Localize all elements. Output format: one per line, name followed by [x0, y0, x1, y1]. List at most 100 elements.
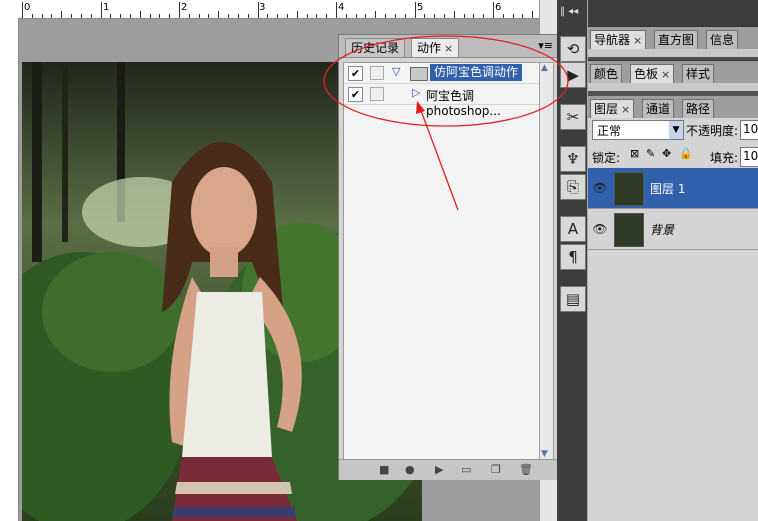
tab-swatches[interactable]: 色板 ×: [630, 64, 675, 83]
ruler-label: 2: [181, 2, 188, 13]
ruler-tick: [286, 14, 288, 18]
tab-channels[interactable]: 通道: [642, 99, 675, 118]
collapse-icon[interactable]: ‖ ◂◂: [560, 6, 578, 17]
expand-icon[interactable]: ▽: [392, 65, 400, 78]
action-label: 阿宝色调photoshop...: [426, 89, 501, 118]
panel-dock-header: [588, 0, 758, 26]
ruler-tick: [80, 14, 82, 18]
ruler-tick: [375, 11, 377, 18]
delete-icon[interactable]: 🗑: [519, 463, 533, 476]
toggle-checkbox[interactable]: ✔: [348, 87, 363, 102]
right-panels: 导航器 × 直方图 信息 颜色 色板 × 样式 图层 × 通道 路径 正常 ▼ 不透明…: [588, 0, 758, 521]
ruler-tick: [61, 11, 63, 18]
tab-history[interactable]: 历史记录: [345, 38, 406, 57]
ruler-label: 0: [24, 2, 31, 13]
expand-icon[interactable]: ▷: [412, 86, 420, 99]
tab-histogram[interactable]: 直方图: [654, 30, 699, 49]
tab-paths[interactable]: 路径: [682, 99, 715, 118]
toggle-checkbox[interactable]: ✔: [348, 66, 363, 81]
ruler-tick: [198, 14, 200, 18]
layer-thumbnail: [614, 213, 644, 247]
dialog-toggle[interactable]: [370, 87, 384, 101]
ruler-label: 4: [338, 2, 345, 13]
tab-layers[interactable]: 图层 ×: [590, 99, 635, 118]
action-row[interactable]: ✔ ▷ 阿宝色调photoshop...: [344, 84, 540, 118]
ruler-tick: [22, 2, 23, 18]
ruler-tick: [139, 11, 141, 18]
dialog-toggle[interactable]: [370, 66, 384, 80]
actions-icon[interactable]: ▶: [560, 62, 586, 88]
fill-input[interactable]: 100: [740, 147, 758, 167]
ruler-tick: [169, 14, 171, 18]
lock-move-icon[interactable]: ✥: [662, 147, 671, 160]
actions-panel-tabs: 历史记录 动作 × ▾≡: [339, 35, 557, 58]
ruler-tick: [326, 14, 328, 18]
close-icon[interactable]: ×: [633, 34, 642, 47]
ruler-tick: [512, 14, 514, 18]
tab-color[interactable]: 颜色: [590, 64, 623, 83]
horizontal-ruler: 0 1 2 3 4 5 6: [0, 0, 556, 19]
action-set-label: 仿阿宝色调动作: [430, 64, 523, 81]
tab-channels-label: 通道: [646, 102, 671, 116]
clone-source-icon[interactable]: ♆: [560, 146, 586, 172]
close-icon[interactable]: ×: [621, 103, 630, 116]
layer-row-selected[interactable]: 👁 图层 1: [588, 168, 758, 209]
ruler-tick: [424, 14, 426, 18]
eye-icon[interactable]: 👁: [592, 221, 608, 237]
paragraph-icon[interactable]: ¶: [560, 244, 586, 270]
new-action-icon[interactable]: ❐: [491, 463, 501, 476]
scroll-up-icon[interactable]: ▲: [541, 63, 548, 73]
tab-styles[interactable]: 样式: [682, 64, 715, 83]
play-icon[interactable]: ▶: [435, 463, 443, 476]
lock-all-icon[interactable]: 🔒: [679, 147, 693, 160]
layers-panel: 图层× 通道 路径 正常 ▼ 不透明度: 100 锁定: ⊠ ✎ ✥ 🔒 填充:…: [588, 96, 758, 521]
tools-icon[interactable]: ✂: [560, 104, 586, 130]
layers-tabs: 图层 × 通道 路径: [588, 96, 758, 118]
layer-thumbnail: [614, 172, 644, 206]
fill-value: 100: [743, 149, 758, 163]
close-icon[interactable]: ×: [661, 68, 670, 81]
action-set-row[interactable]: ✔ ▽ 仿阿宝色调动作: [344, 63, 540, 84]
lock-transparency-icon[interactable]: ⊠: [630, 147, 639, 160]
ruler-tick: [316, 14, 318, 18]
tab-swatches-label: 色板: [634, 67, 659, 81]
eye-icon[interactable]: 👁: [592, 180, 608, 196]
new-set-icon[interactable]: ▭: [461, 463, 471, 476]
tab-color-label: 颜色: [594, 67, 619, 81]
scroll-down-icon[interactable]: ▼: [541, 449, 548, 459]
tab-paths-label: 路径: [686, 102, 711, 116]
ruler-tick: [522, 14, 524, 18]
layer-row[interactable]: 👁 背景: [588, 209, 758, 250]
ruler-tick: [100, 2, 102, 18]
ruler-label: 3: [259, 2, 266, 13]
ruler-tick: [345, 14, 347, 18]
tab-actions[interactable]: 动作 ×: [411, 38, 460, 57]
blend-mode-select[interactable]: 正常 ▼: [592, 120, 684, 140]
stop-icon[interactable]: ■: [379, 463, 389, 476]
folder-icon: [410, 67, 428, 81]
ruler-label: 1: [103, 2, 110, 13]
tab-info[interactable]: 信息: [706, 30, 739, 49]
opacity-value: 100: [743, 122, 758, 136]
tab-histogram-label: 直方图: [658, 33, 695, 47]
ruler-tick: [31, 14, 33, 18]
character-icon[interactable]: A: [560, 216, 586, 242]
panel-menu-icon[interactable]: ▾≡: [538, 39, 553, 52]
close-icon[interactable]: ×: [444, 42, 453, 55]
ruler-tick: [71, 14, 73, 18]
ruler-tick: [41, 14, 43, 18]
opacity-input[interactable]: 100: [740, 120, 758, 140]
layer-comps-icon[interactable]: ▤: [560, 286, 586, 312]
ruler-tick: [385, 14, 387, 18]
tab-navigator[interactable]: 导航器 ×: [590, 30, 647, 49]
record-icon[interactable]: ●: [405, 463, 415, 476]
ruler-tick: [296, 11, 298, 18]
actions-scrollbar[interactable]: ▲ ▼: [539, 62, 554, 460]
ruler-tick: [247, 14, 249, 18]
tab-actions-label: 动作: [417, 41, 442, 55]
lock-brush-icon[interactable]: ✎: [646, 147, 655, 160]
history-icon[interactable]: ⟲: [560, 36, 586, 62]
layer-name: 图层 1: [650, 182, 686, 196]
tool-presets-icon[interactable]: ⎘: [560, 174, 586, 200]
chevron-down-icon[interactable]: ▼: [669, 121, 683, 139]
